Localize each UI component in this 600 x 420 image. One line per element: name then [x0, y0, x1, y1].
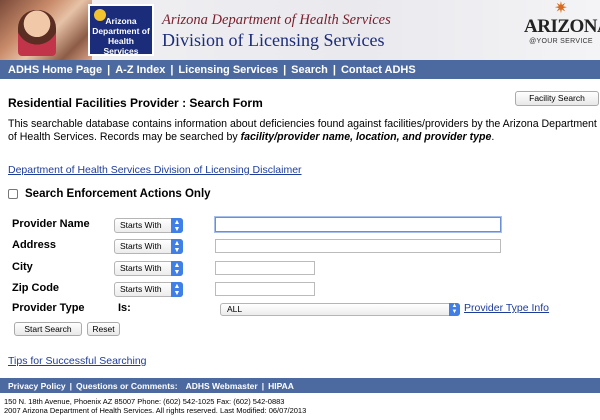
city-mode-select[interactable]: Starts With ▲ ▼ [114, 261, 183, 276]
top-nav: ADHS Home Page | A-Z Index | Licensing S… [0, 60, 600, 79]
adhs-logo[interactable]: Arizona Department of Health Services [88, 4, 154, 56]
select-arrows-icon: ▲ ▼ [449, 303, 460, 316]
provider-type-is-label: Is: [118, 302, 131, 314]
city-label: City [12, 261, 33, 273]
zip-code-mode-select[interactable]: Starts With ▲ ▼ [114, 282, 183, 297]
tips-link[interactable]: Tips for Successful Searching [8, 355, 147, 367]
address-label: Address [12, 239, 57, 251]
provider-name-mode-select[interactable]: Starts With ▲ ▼ [114, 218, 183, 233]
city-input[interactable] [215, 261, 315, 275]
site-header: Arizona Department of Health Services Ar… [0, 0, 600, 60]
enforcement-checkbox[interactable] [8, 189, 18, 199]
footer-bar: Privacy Policy | Questions or Comments: … [0, 378, 600, 393]
sunburst-icon: ✷ [554, 0, 568, 17]
provider-name-label: Provider Name [12, 218, 90, 230]
select-arrows-icon: ▲ ▼ [171, 282, 183, 297]
address-input[interactable] [215, 239, 501, 253]
nav-az-index[interactable]: A-Z Index [115, 64, 165, 76]
select-arrows-icon: ▲ ▼ [171, 239, 183, 254]
agency-title: Arizona Department of Health Services [162, 12, 391, 28]
start-search-button[interactable]: Start Search [14, 322, 82, 336]
zip-code-input[interactable] [215, 282, 315, 296]
reset-button[interactable]: Reset [87, 322, 120, 336]
header-photo [0, 0, 92, 60]
provider-name-input[interactable] [215, 217, 501, 232]
division-title: Division of Licensing Services [162, 30, 385, 50]
enforcement-label: Search Enforcement Actions Only [25, 188, 211, 200]
privacy-policy-link[interactable]: Privacy Policy [8, 381, 66, 391]
select-arrows-icon: ▲ ▼ [171, 218, 183, 233]
nav-licensing-services[interactable]: Licensing Services [178, 64, 278, 76]
arizona-logo[interactable]: ✷ ARIZONA @YOUR SERVICE [524, 0, 600, 58]
provider-type-select[interactable]: ALL ▲ ▼ [220, 303, 460, 316]
address-mode-select[interactable]: Starts With ▲ ▼ [114, 239, 183, 254]
hipaa-link[interactable]: HIPAA [268, 381, 294, 391]
enforcement-option[interactable]: Search Enforcement Actions Only [8, 188, 211, 200]
provider-type-label: Provider Type [12, 302, 85, 314]
select-arrows-icon: ▲ ▼ [171, 261, 183, 276]
page-title: Residential Facilities Provider : Search… [8, 96, 263, 110]
nav-contact[interactable]: Contact ADHS [341, 64, 416, 76]
webmaster-link[interactable]: ADHS Webmaster [186, 381, 258, 391]
zip-code-label: Zip Code [12, 282, 60, 294]
intro-text: This searchable database contains inform… [8, 118, 597, 143]
footer-address: 150 N. 18th Avenue, Phoenix AZ 85007 Pho… [4, 397, 307, 415]
provider-type-info-link[interactable]: Provider Type Info [464, 302, 549, 314]
nav-search[interactable]: Search [291, 64, 328, 76]
disclaimer-link[interactable]: Department of Health Services Division o… [8, 164, 302, 176]
nav-home[interactable]: ADHS Home Page [8, 64, 102, 76]
questions-label: Questions or Comments: [76, 380, 178, 391]
facility-search-button[interactable]: Facility Search [515, 91, 599, 106]
